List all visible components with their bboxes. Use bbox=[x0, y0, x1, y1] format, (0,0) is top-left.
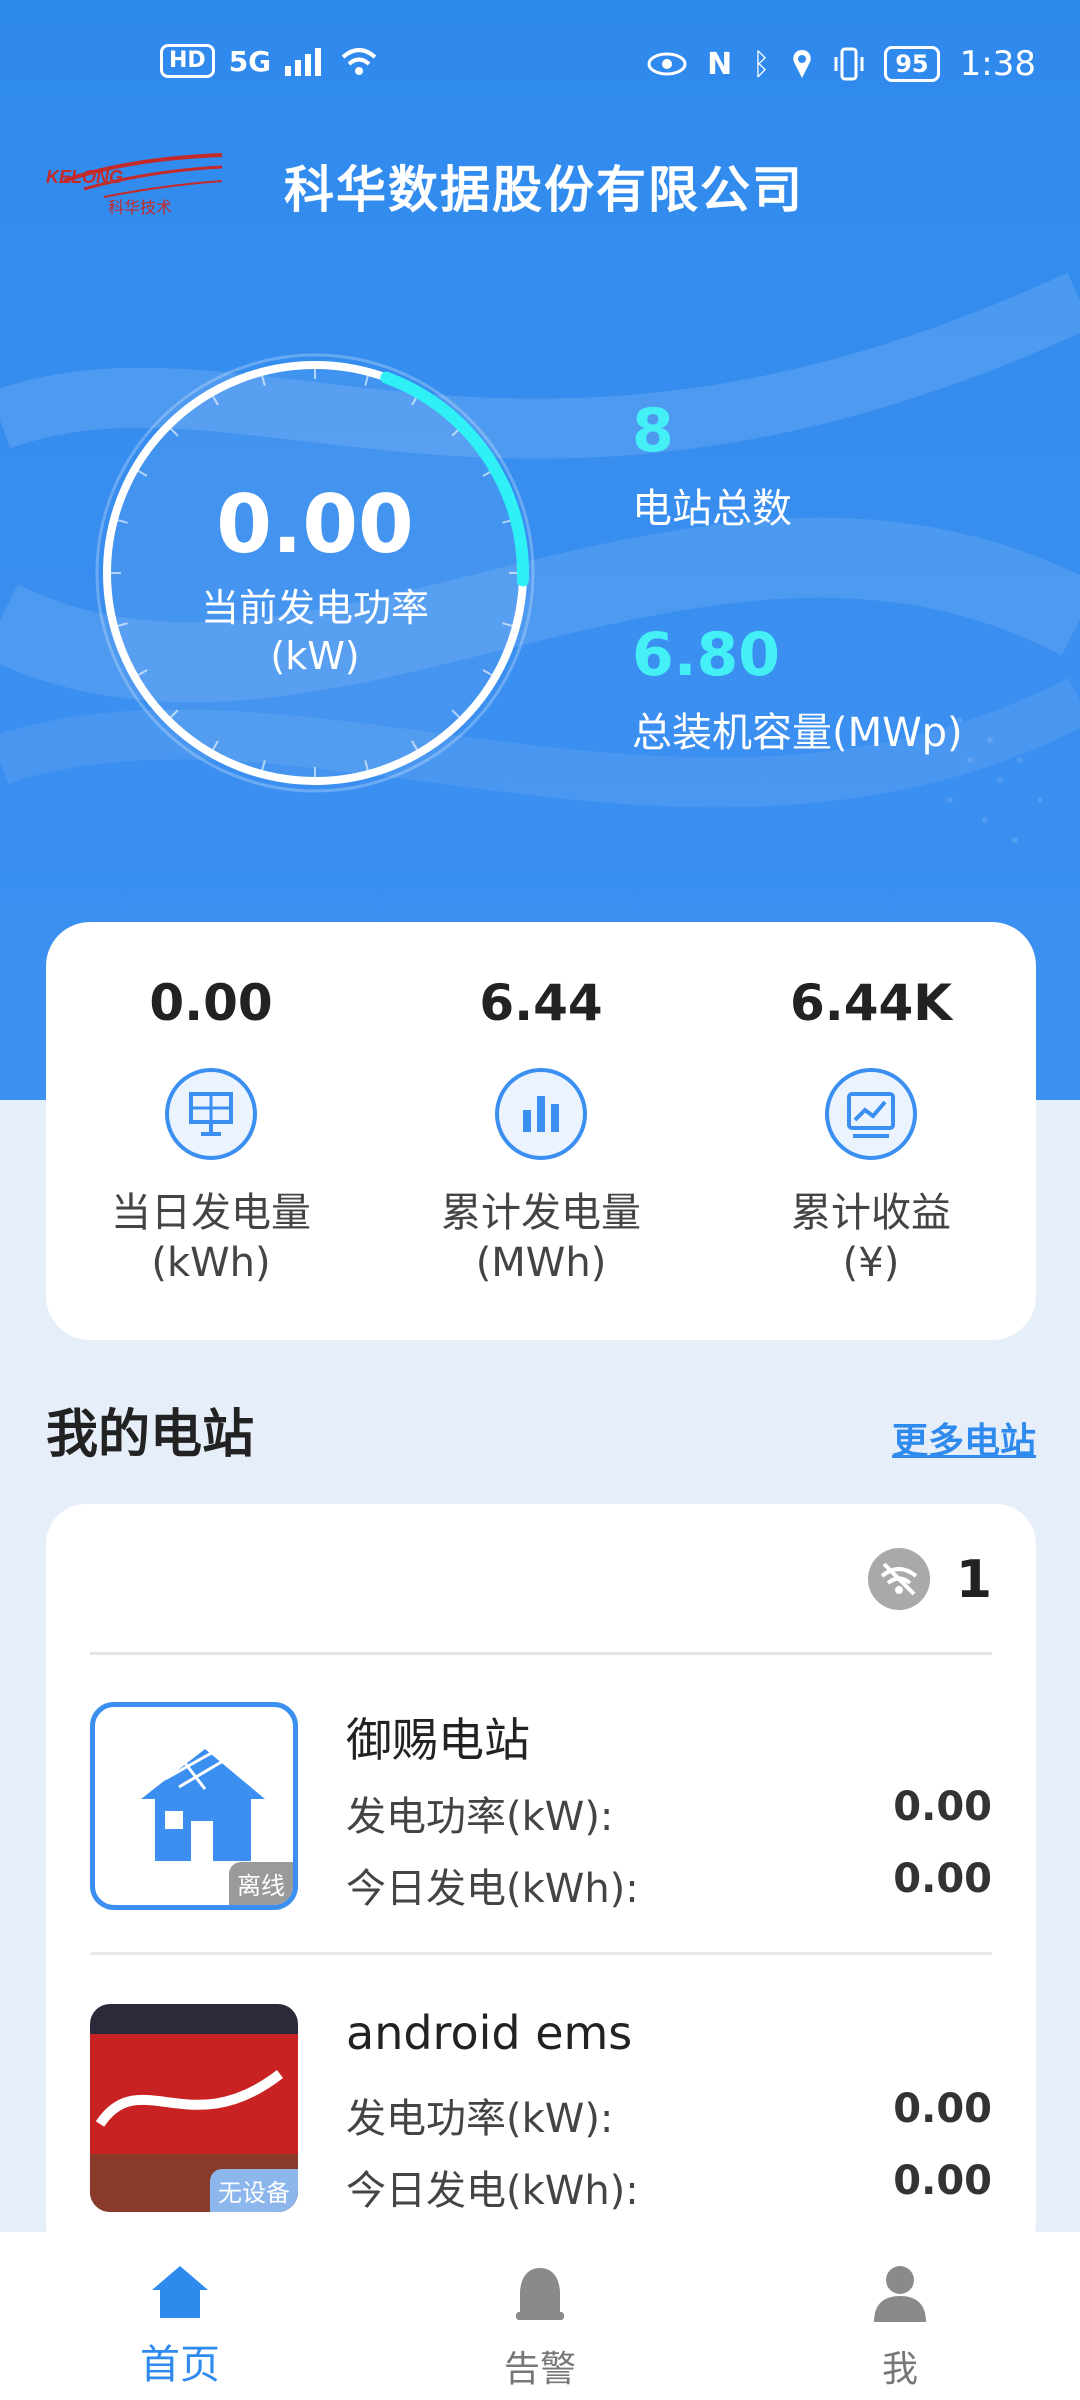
hd-indicator: HD bbox=[160, 44, 215, 78]
nav-alarm[interactable]: 告警 bbox=[360, 2232, 720, 2400]
station-power-label: 发电功率(kW): bbox=[346, 2096, 614, 2142]
station-power-value: 0.00 bbox=[893, 2086, 992, 2132]
station-today-row: 今日发电(kWh): 0.00 bbox=[346, 1856, 992, 1914]
total-revenue-title: 累计收益 bbox=[791, 1190, 951, 1236]
station-today-label: 今日发电(kWh): bbox=[346, 2168, 639, 2214]
station-count-block: 8 电站总数 bbox=[632, 396, 792, 534]
total-generation-unit: (MWh) bbox=[475, 1240, 607, 1286]
network-type: 5G bbox=[228, 44, 272, 78]
status-bar: HD 5G N ᛒ 95 1:38 bbox=[0, 0, 1080, 130]
daily-generation-label: 当日发电量 (kWh) bbox=[46, 1188, 376, 1288]
clock: 1:38 bbox=[959, 44, 1036, 84]
station-name: 御赐电站 bbox=[346, 1713, 530, 1767]
station-today-row: 今日发电(kWh): 0.00 bbox=[346, 2158, 992, 2216]
summary-daily-generation[interactable]: 0.00 当日发电量 (kWh) bbox=[46, 922, 376, 1340]
summary-total-generation[interactable]: 6.44 累计发电量 (MWh) bbox=[376, 922, 706, 1340]
station-count-value: 8 bbox=[632, 396, 674, 466]
eye-icon bbox=[647, 52, 687, 76]
station-list-header: 1 bbox=[90, 1504, 992, 1655]
home-icon bbox=[152, 2266, 208, 2318]
total-revenue-unit: (¥) bbox=[842, 1240, 900, 1286]
nav-home[interactable]: 首页 bbox=[0, 2232, 360, 2400]
station-name: android ems bbox=[346, 2006, 633, 2060]
station-power-value: 0.00 bbox=[893, 1784, 992, 1830]
station-power-row: 发电功率(kW): 0.00 bbox=[346, 1784, 992, 1842]
offline-wifi-icon[interactable] bbox=[868, 1548, 930, 1610]
company-name: 科华数据股份有限公司 bbox=[284, 161, 804, 219]
daily-generation-unit: (kWh) bbox=[151, 1240, 271, 1286]
station-today-label: 今日发电(kWh): bbox=[346, 1866, 639, 1912]
station-today-value: 0.00 bbox=[893, 1856, 992, 1902]
wifi-icon bbox=[341, 48, 377, 75]
bar-chart-icon bbox=[495, 1068, 587, 1160]
current-power-label: 当前发电功率 (kW) bbox=[90, 584, 540, 680]
bell-icon bbox=[516, 2268, 564, 2320]
more-stations-link[interactable]: 更多电站 bbox=[892, 1412, 1036, 1464]
solar-panel-icon bbox=[165, 1068, 257, 1160]
location-icon bbox=[793, 50, 811, 78]
capacity-label: 总装机容量(MWp) bbox=[632, 710, 963, 756]
signal-icon bbox=[285, 48, 322, 76]
capacity-value: 6.80 bbox=[632, 620, 781, 690]
current-power-unit: (kW) bbox=[270, 634, 360, 678]
station-item[interactable]: 无设备 android ems 发电功率(kW): 0.00 今日发电(kWh)… bbox=[90, 1954, 992, 2254]
daily-generation-title: 当日发电量 bbox=[111, 1190, 311, 1236]
bluetooth-icon: ᛒ bbox=[752, 46, 771, 82]
user-icon bbox=[874, 2266, 926, 2322]
battery-indicator: 95 bbox=[884, 46, 940, 82]
svg-text:KELONG: KELONG bbox=[46, 167, 123, 187]
my-stations-title: 我的电站 bbox=[46, 1405, 255, 1465]
company-logo: KELONG 科华技术 bbox=[46, 153, 223, 217]
daily-generation-value: 0.00 bbox=[149, 974, 273, 1032]
current-power-title: 当前发电功率 bbox=[200, 586, 429, 630]
nav-me-label: 我 bbox=[881, 2349, 918, 2390]
station-photo: 无设备 bbox=[90, 2004, 298, 2212]
trend-chart-icon bbox=[825, 1068, 917, 1160]
brand-header: KELONG 科华技术 科华数据股份有限公司 bbox=[44, 150, 804, 222]
svg-text:科华技术: 科华技术 bbox=[108, 198, 172, 217]
station-list-card: 1 离线 御赐电站 发电功率(kW): 0.00 今日发电(kWh): 0.00 bbox=[46, 1504, 1036, 2264]
power-gauge: 0.00 当前发电功率 (kW) bbox=[90, 348, 540, 798]
station-thumbnail: 离线 bbox=[90, 1702, 298, 1910]
station-count-label: 电站总数 bbox=[632, 486, 792, 532]
total-revenue-label: 累计收益 (¥) bbox=[706, 1188, 1036, 1288]
total-generation-label: 累计发电量 (MWh) bbox=[376, 1188, 706, 1288]
nav-home-label: 首页 bbox=[140, 2342, 220, 2388]
total-generation-title: 累计发电量 bbox=[441, 1190, 641, 1236]
station-power-label: 发电功率(kW): bbox=[346, 1794, 614, 1840]
nfc-icon: N bbox=[707, 46, 733, 82]
summary-card: 0.00 当日发电量 (kWh) 6.44 累计发电量 (MWh) 6.44K bbox=[46, 922, 1036, 1340]
capacity-block: 6.80 总装机容量(MWp) bbox=[632, 620, 963, 758]
status-left: HD 5G bbox=[160, 44, 379, 78]
status-tag-offline: 离线 bbox=[229, 1862, 293, 1905]
nav-me[interactable]: 我 bbox=[720, 2232, 1080, 2400]
station-power-row: 发电功率(kW): 0.00 bbox=[346, 2086, 992, 2144]
station-item[interactable]: 离线 御赐电站 发电功率(kW): 0.00 今日发电(kWh): 0.00 bbox=[90, 1652, 992, 1955]
offline-count: 1 bbox=[955, 1550, 992, 1610]
summary-total-revenue[interactable]: 6.44K 累计收益 (¥) bbox=[706, 922, 1036, 1340]
current-power-value: 0.00 bbox=[216, 478, 414, 571]
status-tag-no-device: 无设备 bbox=[210, 2169, 298, 2212]
total-generation-value: 6.44 bbox=[479, 974, 603, 1032]
gauge-ring bbox=[95, 353, 535, 793]
nav-alarm-label: 告警 bbox=[503, 2349, 576, 2390]
vibrate-icon bbox=[834, 47, 864, 81]
status-right: N ᛒ 95 1:38 bbox=[647, 44, 1036, 84]
station-today-value: 0.00 bbox=[893, 2158, 992, 2204]
total-revenue-value: 6.44K bbox=[789, 974, 953, 1032]
bottom-nav: 首页 告警 我 bbox=[0, 2232, 1080, 2400]
